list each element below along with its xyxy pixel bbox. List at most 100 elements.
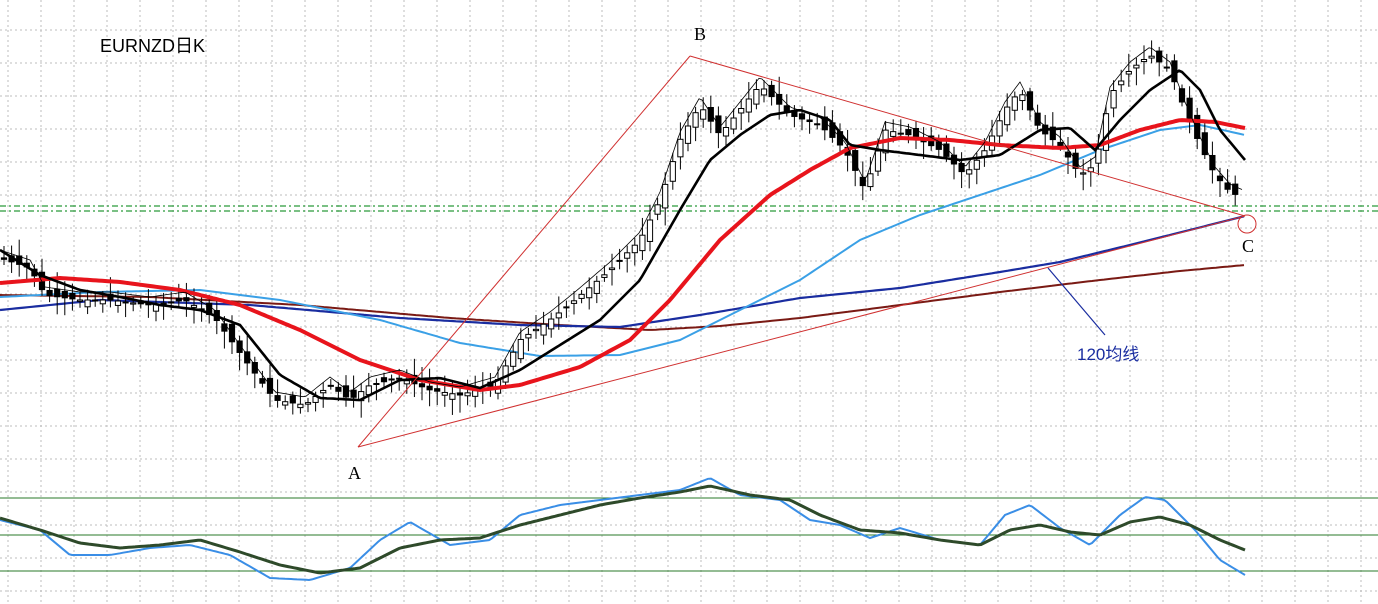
- chart: EURNZD日K B A C 120均线: [0, 0, 1378, 604]
- candle-body: [61, 290, 68, 299]
- candle-body: [92, 299, 99, 302]
- candle-body: [662, 183, 669, 209]
- candle-body: [935, 140, 942, 150]
- candle-body: [464, 392, 471, 397]
- candle-body: [168, 301, 175, 304]
- candle-body: [722, 127, 730, 137]
- candle-body: [1057, 141, 1064, 147]
- candle-body: [753, 89, 760, 105]
- candle-body: [1118, 80, 1125, 86]
- candle-body: [631, 244, 638, 254]
- candle-body: [1140, 59, 1148, 63]
- candle-body: [1026, 91, 1034, 111]
- candle-body: [806, 119, 813, 123]
- candle-body: [426, 385, 433, 391]
- candle-body: [304, 402, 312, 405]
- candle-body: [593, 280, 600, 294]
- candle-body: [601, 274, 608, 278]
- candle-body: [1163, 66, 1170, 69]
- candle-body: [327, 384, 334, 387]
- candle-body: [555, 312, 562, 319]
- candle-body: [525, 333, 532, 339]
- candle-body: [282, 401, 289, 406]
- candle-body: [122, 301, 129, 304]
- chart-title: EURNZD日K: [100, 36, 205, 56]
- candle-body: [874, 150, 882, 172]
- candle-body: [532, 328, 540, 332]
- candle-body: [1133, 64, 1140, 69]
- point-a-label: A: [348, 463, 361, 483]
- candle-body: [1011, 96, 1018, 111]
- candle-body: [388, 378, 395, 381]
- candle-body: [418, 383, 426, 388]
- candle-body: [274, 395, 281, 401]
- candle-body: [335, 386, 342, 392]
- candle-body: [510, 351, 517, 367]
- candle-body: [646, 219, 654, 242]
- candle-body: [380, 377, 388, 383]
- candle-body: [707, 106, 714, 122]
- candle-body: [867, 173, 874, 188]
- candle-body: [1125, 71, 1132, 75]
- candle-body: [798, 113, 806, 120]
- point-b-label: B: [694, 24, 706, 44]
- candle-body: [548, 318, 555, 330]
- chart-background: [0, 0, 1378, 604]
- candle-body: [221, 323, 228, 332]
- candle-body: [130, 302, 137, 305]
- candle-body: [0, 257, 8, 260]
- candle-body: [586, 287, 593, 299]
- candle-body: [654, 204, 661, 215]
- candle-body: [228, 323, 236, 343]
- candle-body: [700, 109, 707, 120]
- candle-body: [403, 380, 410, 385]
- candle-body: [973, 159, 980, 170]
- candle-body: [814, 123, 821, 126]
- candle-body: [46, 289, 53, 297]
- candle-body: [905, 129, 912, 136]
- candle-body: [54, 288, 61, 298]
- candle-body: [958, 162, 965, 173]
- candle-body: [1019, 94, 1026, 102]
- candle-body: [1178, 88, 1186, 103]
- candle-body: [517, 338, 524, 360]
- candle-body: [190, 304, 198, 308]
- candle-body: [616, 259, 623, 262]
- point-c-label: C: [1242, 236, 1254, 256]
- candle-body: [624, 252, 631, 259]
- candle-body: [738, 108, 745, 114]
- candle-body: [297, 403, 304, 409]
- candle-body: [669, 161, 676, 182]
- candle-body: [373, 383, 380, 386]
- candle-body: [1034, 112, 1041, 126]
- candle-body: [852, 150, 859, 171]
- ma-120-label: 120均线: [1077, 345, 1139, 364]
- candle-body: [84, 299, 91, 308]
- candle-body: [183, 297, 190, 302]
- candle-body: [692, 112, 699, 128]
- candle-body: [996, 120, 1003, 137]
- candle-body: [114, 300, 122, 306]
- candle-body: [890, 131, 897, 137]
- candle-body: [578, 293, 585, 299]
- candle-body: [175, 297, 182, 302]
- candle-body: [677, 138, 684, 158]
- candle-body: [684, 125, 692, 144]
- candle-body: [1216, 175, 1224, 182]
- candle-body: [608, 267, 616, 271]
- candle-body: [69, 292, 76, 300]
- candle-body: [897, 132, 904, 135]
- candle-body: [1064, 151, 1072, 158]
- candle-body: [1080, 172, 1087, 175]
- candle-body: [966, 169, 973, 175]
- candle-body: [289, 395, 296, 404]
- candle-body: [1148, 55, 1155, 59]
- candle-body: [259, 378, 266, 384]
- candle-body: [320, 389, 327, 394]
- candle-body: [76, 299, 84, 302]
- candle-body: [1110, 90, 1117, 109]
- candle-body: [449, 393, 456, 400]
- candle-body: [639, 234, 646, 252]
- candle-body: [760, 88, 768, 96]
- candle-body: [502, 365, 509, 383]
